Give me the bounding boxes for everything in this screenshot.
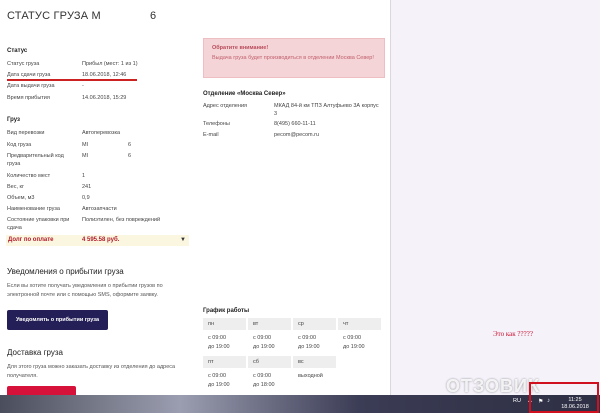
schedule-open: выходной — [298, 373, 323, 379]
schedule-open: с 09:00 — [208, 335, 227, 341]
branch-heading: Отделение «Москва Север» — [203, 91, 286, 97]
branch-email[interactable]: pecom@pecom.ru — [274, 131, 379, 139]
schedule-day: вт с 09:00 до 19:00 — [248, 318, 291, 356]
schedule-close: до 18:00 — [253, 382, 275, 388]
schedule-open: с 09:00 — [253, 373, 272, 379]
cargo-label: Наименование груза — [7, 206, 60, 212]
branch-value: МКАД 84-й км ТПЗ Алтуфьево 3А корпус 3 — [274, 103, 379, 117]
cargo-label: Количество мест — [7, 173, 51, 179]
schedule-close: до 19:00 — [208, 382, 230, 388]
cargo-value: Автоперевозка — [82, 130, 121, 136]
cargo-number-suffix: 6 — [150, 10, 157, 22]
cargo-value-suffix: 6 — [128, 142, 132, 148]
cargo-value-suffix: 6 — [128, 153, 132, 159]
schedule-heading: График работы — [203, 308, 250, 314]
schedule-day-name: пн — [203, 318, 246, 330]
cargo-label: Объем, м3 — [7, 195, 35, 201]
order-delivery-button[interactable] — [7, 386, 76, 395]
schedule-open: с 09:00 — [298, 335, 317, 341]
branch-row: Телефоны 8(495) 660-11-11 — [203, 120, 385, 128]
cargo-value: МI — [82, 142, 89, 148]
schedule-day-name: пт — [203, 356, 246, 368]
schedule-open: с 09:00 — [343, 335, 362, 341]
cargo-value: 0,9 — [82, 195, 90, 201]
schedule-day: ср с 09:00 до 19:00 — [293, 318, 336, 356]
page-title: СТАТУС ГРУЗА М 6 — [7, 10, 156, 22]
cargo-value: МI — [82, 153, 89, 159]
schedule-day-name: сб — [248, 356, 291, 368]
schedule-open: с 09:00 — [208, 373, 227, 379]
branch-value: 8(495) 660-11-11 — [274, 121, 316, 127]
status-value: - — [82, 83, 84, 89]
status-value: 14.06.2018, 15:29 — [82, 95, 127, 101]
schedule-day-name: чт — [338, 318, 381, 330]
tracking-page: СТАТУС ГРУЗА М 6 Статус Статус груза При… — [0, 0, 391, 395]
branch-label: E-mail — [203, 132, 219, 138]
schedule-open: с 09:00 — [253, 335, 272, 341]
cargo-value: Полиэтилен, без повреждений — [82, 217, 161, 223]
status-label: Время прибытия — [7, 95, 50, 101]
debt-value: 4 595.58 руб. — [82, 237, 120, 243]
alert-heading: Обратите внимание! — [212, 45, 269, 51]
branch-row: Адрес отделения МКАД 84-й км ТПЗ Алтуфье… — [203, 102, 385, 118]
chevron-down-icon[interactable]: ▼ — [180, 235, 186, 246]
cargo-value: Автозапчасти — [82, 206, 117, 212]
alert-text: Выдача груза будет производиться в отдел… — [212, 55, 374, 61]
status-heading: Статус — [7, 48, 28, 54]
status-label: Статус груза — [7, 61, 40, 67]
debt-label: Долг по оплате — [8, 237, 54, 243]
status-label: Дата выдачи груза — [7, 83, 55, 89]
branch-label: Адрес отделения — [203, 103, 247, 109]
schedule-day-name: вт — [248, 318, 291, 330]
branch-row: E-mail pecom@pecom.ru — [203, 131, 385, 139]
cargo-value: 241 — [82, 184, 92, 190]
highlight-underline — [7, 79, 137, 81]
schedule-day: пт с 09:00 до 19:00 — [203, 356, 246, 394]
schedule-day: чт с 09:00 до 19:00 — [338, 318, 381, 356]
page-title-text: СТАТУС ГРУЗА М — [7, 10, 101, 22]
schedule-day-name: вс — [293, 356, 336, 368]
schedule-day: вс выходной — [293, 356, 336, 394]
notifications-heading: Уведомления о прибытии груза — [7, 267, 124, 276]
schedule-day: сб с 09:00 до 18:00 — [248, 356, 291, 394]
notifications-text: Если вы хотите получать уведомления о пр… — [7, 283, 163, 298]
schedule-close: до 19:00 — [253, 344, 275, 350]
cargo-label: Состояние упаковки при сдача — [7, 217, 70, 231]
branch-label: Телефоны — [203, 121, 230, 127]
schedule-day-name: ср — [293, 318, 336, 330]
cargo-label: Вес, кг — [7, 184, 24, 190]
delivery-heading: Доставка груза — [7, 348, 63, 357]
subscribe-notifications-button[interactable]: Уведомлять о прибытии груза — [7, 310, 108, 330]
cargo-label: Предварительный код груза — [7, 153, 64, 167]
debt-row[interactable]: Долг по оплате 4 595.58 руб. ▼ — [6, 235, 189, 246]
cargo-label: Вид перевозки — [7, 130, 45, 136]
status-label: Дата сдачи груза — [7, 72, 51, 78]
watermark-logo: ОТЗОВИК — [446, 376, 540, 397]
highlight-box — [529, 382, 599, 413]
delivery-text: Для этого груза можно заказать доставку … — [7, 364, 176, 379]
schedule-day: пн с 09:00 до 19:00 — [203, 318, 246, 356]
cargo-label: Код груза — [7, 142, 32, 148]
schedule-close: до 19:00 — [343, 344, 365, 350]
cargo-heading: Груз — [7, 117, 20, 123]
language-indicator[interactable]: RU — [513, 398, 521, 404]
schedule-close: до 19:00 — [298, 344, 320, 350]
alert-box: Обратите внимание! Выдача груза будет пр… — [203, 38, 385, 78]
annotation-text: Это как ????? — [493, 330, 533, 338]
status-value: 18.06.2018, 12:46 — [82, 72, 127, 78]
watermark-text: ОТЗОВИК — [446, 376, 540, 396]
schedule-close: до 19:00 — [208, 344, 230, 350]
status-value: Прибыл (мест: 1 из 1) — [82, 61, 138, 67]
taskbar — [0, 395, 600, 413]
cargo-value: 1 — [82, 173, 86, 179]
